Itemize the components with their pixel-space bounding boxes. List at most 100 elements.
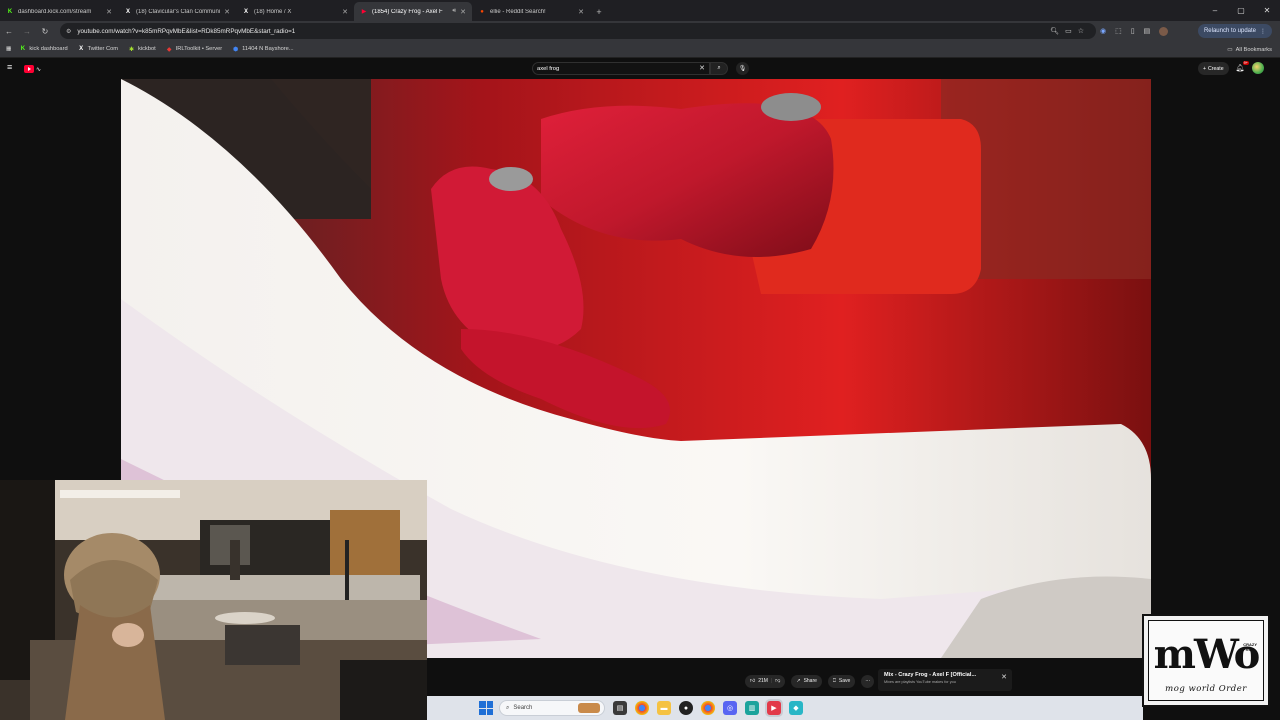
youtube-avatar[interactable] bbox=[1252, 62, 1264, 74]
extensions-puzzle-icon[interactable]: ⬚ bbox=[1115, 27, 1122, 35]
kick-icon: K bbox=[7, 8, 13, 15]
bookmark-item[interactable]: X Twitter Com bbox=[78, 46, 118, 53]
side-panel-icon[interactable]: ▯ bbox=[1131, 27, 1135, 35]
browser-tab[interactable]: X (18) Home / X ✕ bbox=[236, 2, 354, 21]
share-label: Share bbox=[803, 678, 817, 684]
clear-search-icon[interactable]: ✕ bbox=[699, 64, 705, 72]
notifications-bell-icon[interactable]: 🔔︎ 9+ bbox=[1234, 61, 1249, 74]
tab-title: (18) Clavicular's Clan Communi bbox=[136, 8, 221, 15]
browser-tab[interactable]: Kdashboard.kick.com/stream ✕ bbox=[0, 2, 118, 21]
youtube-app-icon[interactable]: ▶ bbox=[767, 701, 781, 715]
tab-title: dashboard.kick.com/stream bbox=[18, 8, 92, 15]
forward-icon[interactable]: → bbox=[18, 22, 36, 40]
extension-icon[interactable]: ◉ bbox=[1100, 27, 1106, 35]
bookmark-label: kick dashboard bbox=[29, 46, 68, 52]
maximize-icon[interactable]: ▢ bbox=[1228, 0, 1254, 20]
reload-icon[interactable]: ↻ bbox=[36, 22, 54, 40]
mix-playlist-card[interactable]: Mix - Crazy Frog - Axel F [Official... M… bbox=[878, 669, 1012, 691]
youtube-play-icon bbox=[24, 65, 34, 73]
bookmark-item[interactable]: ⬢ 11404 N Bayshore... bbox=[232, 46, 294, 53]
site-info-icon[interactable]: ⚙ bbox=[66, 28, 71, 35]
audio-playing-icon[interactable]: 🔊︎ bbox=[452, 8, 456, 15]
search-icon: ⌕ bbox=[717, 65, 721, 71]
menu-dots-icon: ⋮ bbox=[1260, 28, 1266, 35]
logo-subtitle: mog world Order bbox=[1165, 684, 1247, 694]
extension-icons: ◉ ⬚ ▯ ▤ bbox=[1100, 23, 1169, 39]
tab-title: (18) Home / X bbox=[254, 8, 292, 15]
tab-title: ellie - Reddit Search! bbox=[490, 8, 546, 15]
hamburger-menu-icon[interactable]: ≡ bbox=[7, 62, 12, 72]
share-icon: ↗ bbox=[796, 678, 801, 684]
close-mix-icon[interactable]: ✕ bbox=[1001, 673, 1007, 681]
like-button[interactable]: 👍︎ 21M | 👎︎ bbox=[745, 674, 786, 688]
apps-icon[interactable]: ▦ bbox=[6, 46, 11, 52]
browser-tab[interactable]: X (18) Clavicular's Clan Communi ✕ bbox=[118, 2, 236, 21]
relaunch-button[interactable]: Relaunch to update ⋮ bbox=[1197, 24, 1272, 38]
taskbar-search-placeholder: Search bbox=[513, 705, 533, 711]
close-tab-icon[interactable]: ✕ bbox=[342, 8, 348, 16]
thumbs-down-icon[interactable]: 👎︎ bbox=[775, 678, 780, 684]
close-window-icon[interactable]: ✕ bbox=[1254, 0, 1280, 20]
bookmark-item[interactable]: ◆ IRLToolkit • Server bbox=[166, 46, 222, 53]
cast-icon[interactable]: ▤ bbox=[1144, 27, 1151, 35]
voice-search-icon[interactable]: 🎙︎ bbox=[736, 62, 749, 75]
relaunch-label: Relaunch to update bbox=[1203, 28, 1256, 34]
all-bookmarks-label: All Bookmarks bbox=[1235, 46, 1272, 53]
address-bar[interactable]: ⚙ youtube.com/watch?v=k85mRPqvMbE&list=R… bbox=[60, 23, 1096, 39]
irltoolkit-icon: ◆ bbox=[166, 46, 172, 53]
app-icon-cyan[interactable]: ◆ bbox=[789, 701, 803, 715]
bookmark-star-icon[interactable]: ☆ bbox=[1078, 27, 1084, 35]
task-view-icon[interactable]: ▤ bbox=[613, 701, 627, 715]
chrome-icon[interactable] bbox=[635, 701, 649, 715]
x-icon: X bbox=[79, 46, 84, 52]
close-tab-icon[interactable]: ✕ bbox=[578, 8, 584, 16]
logo-frame: mWo CRAZY FROG mog world Order bbox=[1148, 620, 1264, 701]
app-icon-blue[interactable]: ◎ bbox=[723, 701, 737, 715]
webcam-overlay bbox=[0, 480, 427, 720]
window-controls: – ▢ ✕ bbox=[1202, 0, 1280, 20]
search-button[interactable]: ⌕ bbox=[710, 62, 728, 75]
minimize-icon[interactable]: – bbox=[1202, 0, 1228, 20]
share-button[interactable]: ↗ Share bbox=[791, 674, 822, 688]
taskbar-search-input[interactable]: ⌕ Search bbox=[499, 700, 605, 716]
bookmark-item[interactable]: Kkick dashboard bbox=[19, 46, 68, 53]
more-actions-button[interactable]: ⋯ bbox=[861, 674, 875, 688]
tab-title: (1854) Crazy Frog - Axel F bbox=[372, 8, 443, 15]
youtube-search-input[interactable]: axel frog ✕ bbox=[532, 62, 710, 75]
create-button[interactable]: + Create bbox=[1198, 62, 1229, 75]
kick-icon: K bbox=[20, 46, 26, 52]
windows-start-icon[interactable] bbox=[479, 701, 493, 715]
mix-subtitle: Mixes are playlists YouTube makes for yo… bbox=[884, 680, 956, 684]
bot-icon: ✱ bbox=[128, 46, 134, 53]
chrome-icon-2[interactable] bbox=[701, 701, 715, 715]
zoom-icon[interactable]: 🔍︎ bbox=[1050, 27, 1059, 35]
file-explorer-icon[interactable]: ▬ bbox=[657, 701, 671, 715]
app-icon-teal[interactable]: ▥ bbox=[745, 701, 759, 715]
close-tab-icon[interactable]: ✕ bbox=[460, 8, 466, 16]
search-query: axel frog bbox=[537, 65, 560, 72]
notification-badge: 9+ bbox=[1242, 61, 1249, 65]
new-tab-button[interactable]: + bbox=[592, 2, 606, 21]
save-button[interactable]: ⎕ Save bbox=[827, 674, 856, 688]
back-icon[interactable]: ← bbox=[0, 22, 18, 40]
logo-tag: CRAZY FROG bbox=[1243, 642, 1257, 652]
mwo-watermark-logo: mWo CRAZY FROG mog world Order bbox=[1142, 614, 1270, 707]
browser-tab[interactable]: ● ellie - Reddit Search! ✕ bbox=[472, 2, 590, 21]
browser-toolbar: ← → ↻ ⚙ youtube.com/watch?v=k85mRPqvMbE&… bbox=[0, 21, 1280, 41]
obs-icon[interactable]: ● bbox=[679, 701, 693, 715]
close-tab-icon[interactable]: ✕ bbox=[224, 8, 230, 16]
thumbs-up-icon: 👍︎ bbox=[750, 678, 756, 684]
windows-taskbar: ⌕ Search ▤ ▬ ● ◎ ▥ ▶ ◆ bbox=[427, 696, 1143, 720]
install-app-icon[interactable]: ▭ bbox=[1065, 27, 1072, 35]
search-highlight-icon bbox=[578, 703, 600, 713]
profile-avatar[interactable] bbox=[1159, 26, 1169, 36]
youtube-logo[interactable]: ∿ bbox=[24, 63, 54, 75]
bookmarks-bar: ▦ Kkick dashboard X Twitter Com ✱ kickbot ◆ IR… bbox=[0, 41, 1280, 58]
browser-tab[interactable]: ▶ (1854) Crazy Frog - Axel F 🔊︎ ✕ bbox=[354, 2, 472, 21]
close-tab-icon[interactable]: ✕ bbox=[106, 8, 112, 16]
all-bookmarks-button[interactable]: ▭ All Bookmarks bbox=[1227, 41, 1272, 58]
save-label: Save bbox=[838, 678, 851, 684]
x-icon: X bbox=[243, 8, 248, 15]
search-icon: ⌕ bbox=[506, 704, 510, 711]
bookmark-item[interactable]: ✱ kickbot bbox=[128, 46, 156, 53]
